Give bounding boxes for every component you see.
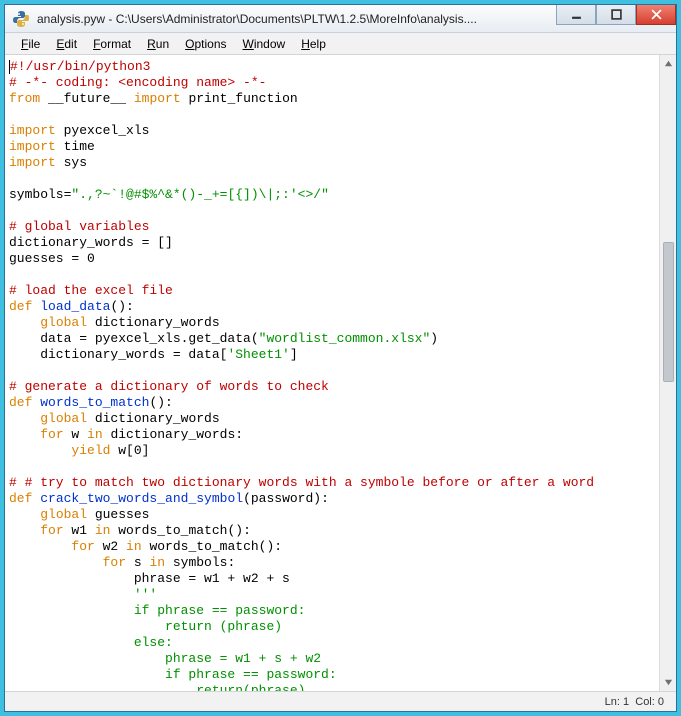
menu-run[interactable]: Run (139, 35, 177, 53)
menu-file[interactable]: File (13, 35, 48, 53)
status-col-label: Col: (635, 696, 655, 708)
status-line-value: 1 (623, 696, 629, 708)
window-controls (556, 5, 676, 32)
scroll-down-arrow-icon[interactable] (661, 674, 676, 691)
window-title: analysis.pyw - C:\Users\Administrator\Do… (31, 12, 556, 26)
status-col-value: 0 (658, 696, 664, 708)
status-bar: Ln: 1 Col: 0 (5, 691, 676, 711)
vertical-scrollbar[interactable] (659, 55, 676, 691)
status-line-label: Ln: (605, 696, 620, 708)
menu-format[interactable]: Format (85, 35, 139, 53)
menu-window[interactable]: Window (235, 35, 294, 53)
minimize-button[interactable] (556, 5, 596, 25)
app-icon (11, 9, 31, 29)
close-button[interactable] (636, 5, 676, 25)
editor-area: #!/usr/bin/python3 # -*- coding: <encodi… (5, 55, 676, 691)
scroll-thumb[interactable] (663, 242, 674, 382)
scroll-track[interactable] (661, 72, 676, 674)
menu-options[interactable]: Options (177, 35, 234, 53)
scroll-up-arrow-icon[interactable] (661, 55, 676, 72)
title-bar: analysis.pyw - C:\Users\Administrator\Do… (5, 5, 676, 33)
menu-edit[interactable]: Edit (48, 35, 85, 53)
code-editor[interactable]: #!/usr/bin/python3 # -*- coding: <encodi… (5, 55, 659, 691)
menu-bar: File Edit Format Run Options Window Help (5, 33, 676, 55)
app-window: analysis.pyw - C:\Users\Administrator\Do… (4, 4, 677, 712)
menu-help[interactable]: Help (293, 35, 334, 53)
maximize-button[interactable] (596, 5, 636, 25)
